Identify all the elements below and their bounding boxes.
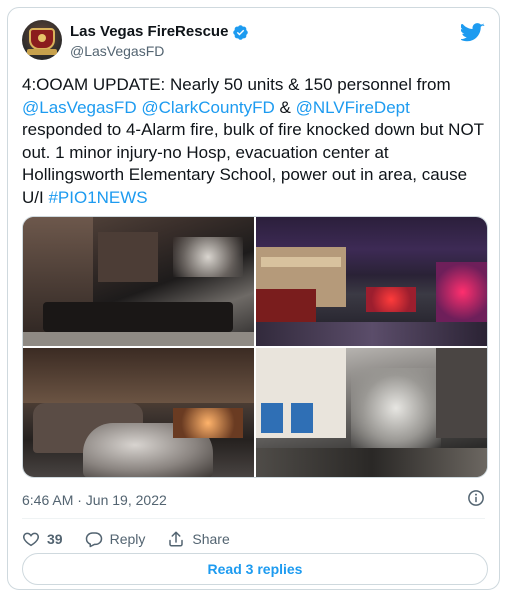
- photo-detail: [261, 403, 283, 433]
- photo-detail: [256, 322, 487, 346]
- photo-burned-cars[interactable]: [23, 348, 254, 477]
- tweet-text: 4:OOAM UPDATE: Nearly 50 units & 150 per…: [22, 74, 490, 209]
- verified-badge-icon: [233, 24, 249, 40]
- heart-icon: [22, 532, 40, 547]
- mention-link[interactable]: @NLVFireDept: [296, 98, 410, 117]
- photo-detail: [23, 348, 254, 403]
- tweet-text-segment: 4:OOAM UPDATE: Nearly 50 units & 150 per…: [22, 75, 451, 94]
- mention-link[interactable]: #PIO1NEWS: [48, 188, 147, 207]
- tweet-text-segment: &: [274, 97, 296, 117]
- mention-link[interactable]: @ClarkCountyFD: [141, 98, 274, 117]
- tweet-card: Las Vegas FireRescue @LasVegasFD 4:OOAM …: [7, 7, 500, 590]
- photo-detail: [436, 348, 487, 438]
- action-bar: 39 Reply Share: [22, 528, 252, 550]
- photo-detail: [351, 368, 441, 448]
- reply-button[interactable]: Reply: [85, 530, 146, 548]
- photo-detail: [173, 408, 243, 438]
- info-icon[interactable]: [467, 489, 485, 507]
- handle[interactable]: @LasVegasFD: [70, 42, 249, 60]
- twitter-bird-icon[interactable]: [461, 23, 485, 43]
- avatar[interactable]: [22, 20, 62, 60]
- media-grid[interactable]: [22, 216, 488, 478]
- author-block[interactable]: Las Vegas FireRescue @LasVegasFD: [70, 23, 249, 60]
- photo-detail: [291, 403, 313, 433]
- reply-bubble-icon: [85, 532, 102, 548]
- photo-detail: [23, 332, 254, 346]
- share-label: Share: [192, 531, 230, 547]
- photo-fire-engines-night[interactable]: [256, 217, 487, 346]
- photo-detail: [43, 302, 233, 332]
- photo-detail: [261, 257, 341, 267]
- photo-detail: [366, 287, 416, 312]
- photo-burned-building[interactable]: [23, 217, 254, 346]
- photo-detail: [256, 289, 316, 324]
- avatar-emblem: [29, 28, 55, 50]
- photo-detail: [256, 448, 487, 477]
- read-replies-button[interactable]: Read 3 replies: [22, 553, 488, 585]
- tweet-timestamp[interactable]: 6:46 AM · Jun 19, 2022: [22, 492, 167, 508]
- photo-detail: [173, 237, 243, 277]
- photo-smoke-street[interactable]: [256, 348, 487, 477]
- avatar-ribbon: [27, 49, 57, 55]
- reply-label: Reply: [109, 531, 146, 547]
- display-name-text: Las Vegas FireRescue: [70, 23, 229, 40]
- display-name[interactable]: Las Vegas FireRescue: [70, 23, 249, 41]
- divider: [22, 518, 485, 519]
- tweet-header: Las Vegas FireRescue @LasVegasFD: [22, 19, 485, 65]
- share-icon: [169, 531, 184, 547]
- photo-detail: [98, 232, 158, 282]
- share-button[interactable]: Share: [167, 530, 230, 548]
- photo-detail: [436, 262, 487, 322]
- like-button[interactable]: 39: [22, 530, 63, 548]
- mention-link[interactable]: @LasVegasFD: [22, 98, 137, 117]
- like-count: 39: [47, 531, 63, 547]
